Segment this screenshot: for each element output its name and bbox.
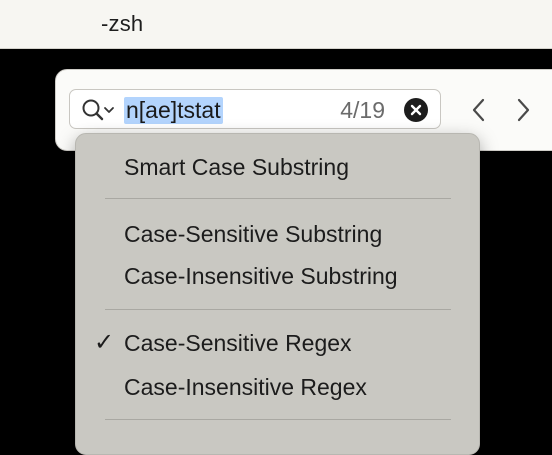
match-count: 4/19 xyxy=(340,97,385,123)
menu-item-case-sensitive-substring[interactable]: Case-Sensitive Substring xyxy=(124,218,382,250)
menu-item-case-sensitive-regex[interactable]: Case-Sensitive Regex xyxy=(124,327,352,359)
chevron-right-icon xyxy=(517,98,530,122)
search-mode-icon xyxy=(82,99,114,121)
clear-search-button[interactable] xyxy=(404,98,428,122)
menu-separator xyxy=(105,309,451,310)
menu-item-smart-case-substring[interactable]: Smart Case Substring xyxy=(124,151,349,183)
search-mode-menu: Smart Case Substring Case-Sensitive Subs… xyxy=(75,133,480,455)
window-title: -zsh xyxy=(101,11,144,36)
window-titlebar[interactable]: -zsh xyxy=(0,0,552,49)
menu-separator xyxy=(105,419,451,420)
search-field[interactable]: n[ae]tstat 4/19 xyxy=(69,89,441,129)
previous-match-button[interactable] xyxy=(467,97,491,123)
clear-x-icon xyxy=(410,104,422,116)
menu-separator xyxy=(105,198,451,199)
menu-item-case-insensitive-substring[interactable]: Case-Insensitive Substring xyxy=(124,260,398,292)
next-match-button[interactable] xyxy=(511,97,535,123)
search-query[interactable]: n[ae]tstat xyxy=(124,97,223,124)
chevron-left-icon xyxy=(472,98,485,122)
menu-item-case-insensitive-regex[interactable]: Case-Insensitive Regex xyxy=(124,371,367,403)
search-mode-button[interactable] xyxy=(80,97,120,123)
checkmark-icon: ✓ xyxy=(94,329,115,356)
